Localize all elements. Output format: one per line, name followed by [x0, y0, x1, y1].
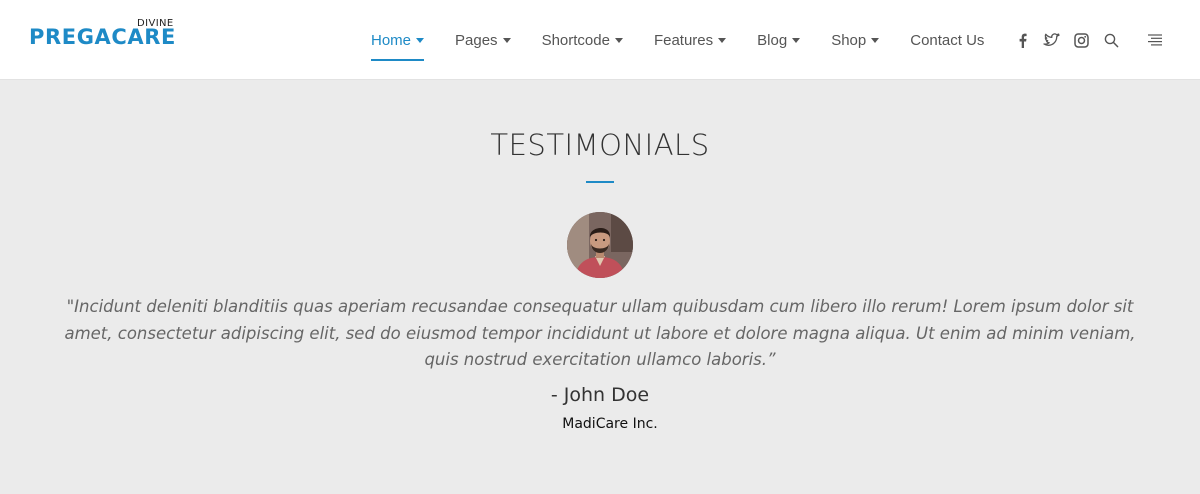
nav-item-contact[interactable]: Contact Us — [910, 0, 984, 80]
main-nav: Home Pages Shortcode Features Blog Shop … — [371, 0, 984, 80]
nav-item-pages[interactable]: Pages — [455, 0, 511, 80]
title-divider — [586, 181, 614, 183]
site-header: DIVINE PREGACARE Home Pages Shortcode Fe… — [0, 0, 1200, 80]
nav-item-label: Pages — [455, 31, 498, 49]
facebook-icon[interactable] — [1013, 31, 1031, 49]
caret-down-icon — [792, 38, 801, 43]
nav-item-label: Shop — [831, 31, 867, 49]
search-icon[interactable] — [1102, 31, 1120, 49]
testimonial-quote: "Incidunt deleniti blanditiis quas aperi… — [64, 297, 1136, 369]
caret-down-icon — [416, 38, 425, 43]
nav-item-home[interactable]: Home — [371, 0, 425, 80]
caret-down-icon — [502, 38, 511, 43]
testimonial-author: - John Doe — [550, 384, 650, 406]
section-title: TESTIMONIALS — [490, 128, 710, 162]
nav-item-blog[interactable]: Blog — [757, 0, 801, 80]
testimonial-company: MadiCare Inc. — [562, 416, 658, 432]
menu-icon[interactable] — [1146, 31, 1164, 49]
nav-item-label: Blog — [757, 31, 788, 49]
nav-item-label: Shortcode — [541, 31, 610, 49]
nav-item-label: Home — [371, 31, 412, 49]
nav-item-label: Features — [653, 31, 714, 49]
caret-down-icon — [871, 38, 880, 43]
nav-item-features[interactable]: Features — [653, 0, 727, 80]
header-icons — [1013, 0, 1164, 80]
caret-down-icon — [614, 38, 623, 43]
twitter-icon[interactable] — [1042, 31, 1060, 49]
caret-down-icon — [718, 38, 727, 43]
nav-item-shortcode[interactable]: Shortcode — [542, 0, 623, 80]
active-indicator — [371, 59, 425, 61]
instagram-icon[interactable] — [1072, 31, 1090, 49]
nav-item-label: Contact Us — [910, 31, 985, 49]
nav-item-shop[interactable]: Shop — [831, 0, 880, 80]
site-logo[interactable]: DIVINE PREGACARE — [29, 18, 189, 58]
avatar — [567, 212, 633, 278]
logo-wordmark: PREGACARE — [29, 25, 176, 49]
